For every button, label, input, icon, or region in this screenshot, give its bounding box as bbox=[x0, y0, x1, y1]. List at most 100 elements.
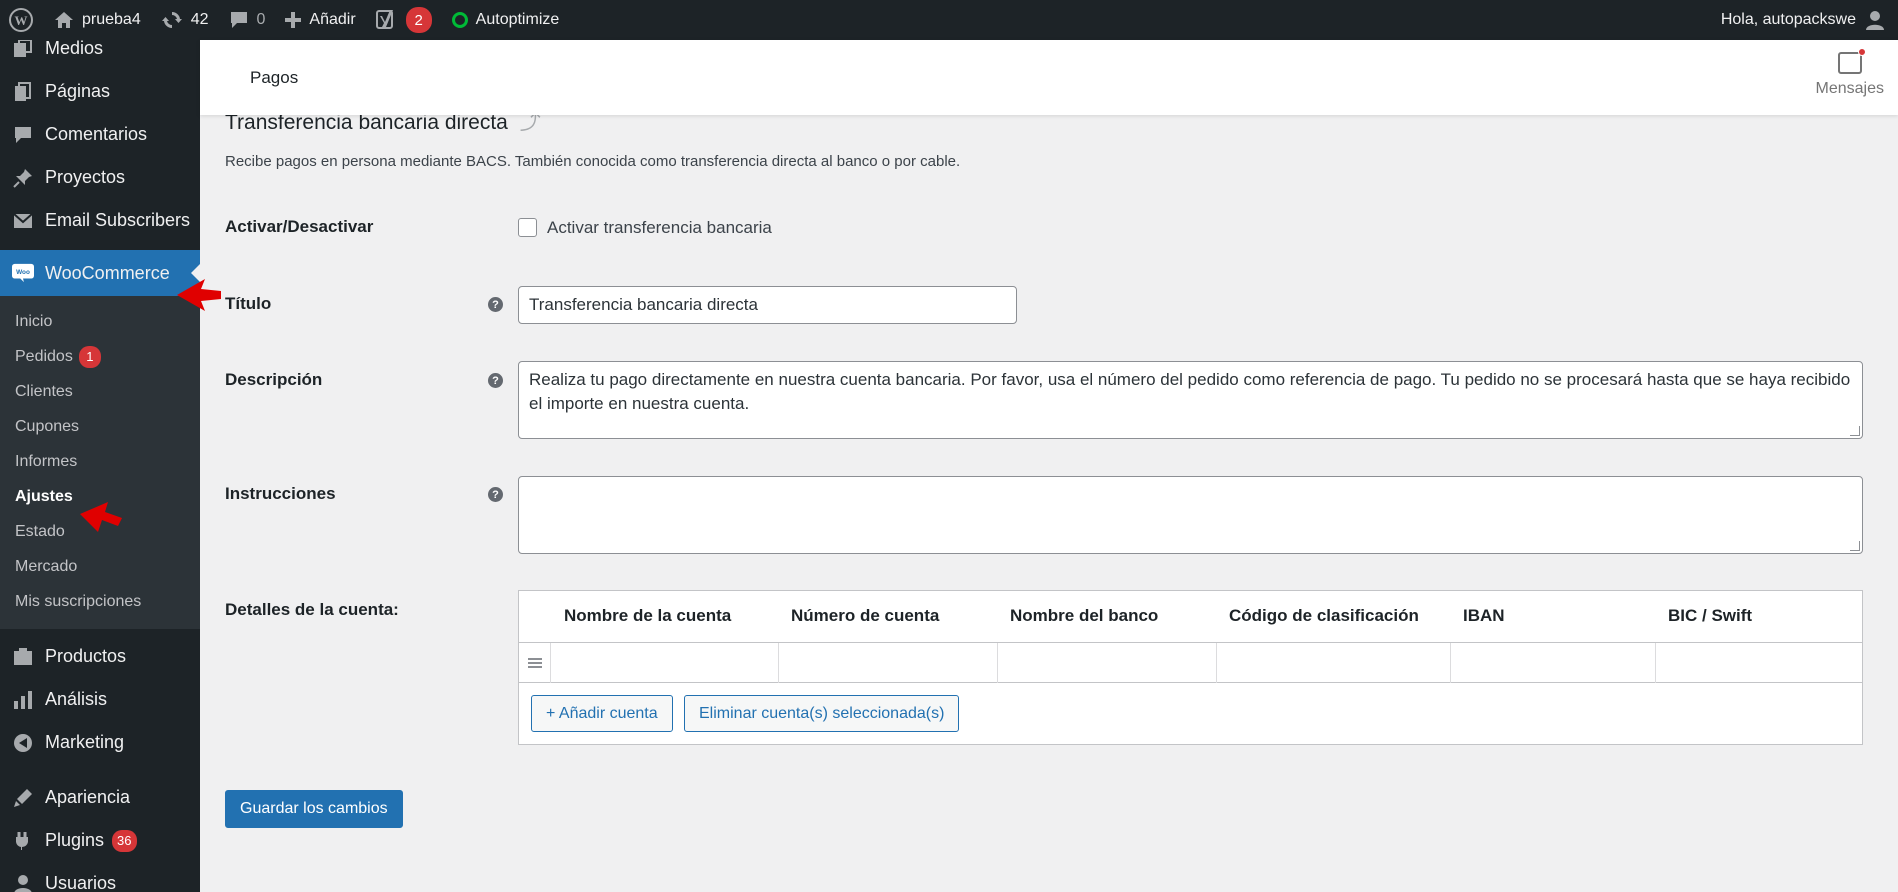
menu-item-usuarios[interactable]: Usuarios bbox=[0, 862, 200, 892]
column-header: Número de cuenta bbox=[791, 606, 940, 625]
page-title: Pagos bbox=[250, 68, 299, 87]
appearance-icon bbox=[12, 787, 34, 809]
submenu-label: Estado bbox=[15, 522, 65, 540]
menu-label: Medios bbox=[45, 40, 104, 58]
site-name: prueba4 bbox=[82, 11, 141, 28]
column-header: IBAN bbox=[1463, 606, 1505, 625]
iban-cell[interactable] bbox=[1451, 643, 1656, 683]
help-icon[interactable]: ? bbox=[488, 373, 503, 388]
menu-item-productos[interactable]: Productos bbox=[0, 635, 200, 678]
sort-code-cell[interactable] bbox=[1217, 643, 1451, 683]
comment-bubble-icon bbox=[229, 11, 249, 29]
submenu-label: Cupones bbox=[15, 417, 80, 435]
remove-accounts-button[interactable]: Eliminar cuenta(s) seleccionada(s) bbox=[684, 695, 960, 732]
unread-dot bbox=[1857, 48, 1866, 56]
users-icon bbox=[12, 873, 34, 892]
products-icon bbox=[12, 646, 34, 668]
menu-item-media[interactable]: Medios bbox=[0, 40, 200, 70]
email-icon bbox=[12, 210, 34, 232]
orders-count-badge: 1 bbox=[78, 345, 101, 368]
admin-bar: W prueba4 42 0 Añadir 2 Autoptimize Hola… bbox=[0, 0, 1898, 40]
menu-item-woocommerce[interactable]: Woo WooCommerce bbox=[0, 250, 200, 296]
submenu-item-mis-suscripciones[interactable]: Mis suscripciones bbox=[0, 584, 200, 619]
drag-handle-icon[interactable] bbox=[528, 658, 542, 670]
analytics-icon bbox=[12, 689, 34, 711]
submenu-item-pedidos[interactable]: Pedidos 1 bbox=[0, 339, 200, 374]
woocommerce-header: Pagos Mensajes bbox=[200, 40, 1898, 115]
resize-handle-icon[interactable] bbox=[1850, 426, 1860, 436]
media-icon bbox=[12, 40, 34, 60]
help-icon[interactable]: ? bbox=[488, 297, 503, 312]
accounts-table-header: Nombre de la cuenta Número de cuenta Nom… bbox=[519, 591, 1862, 643]
account-number-cell[interactable] bbox=[779, 643, 998, 683]
inbox-icon bbox=[1837, 48, 1866, 74]
accounts-label: Detalles de la cuenta: bbox=[225, 600, 399, 619]
updates-count: 42 bbox=[190, 11, 209, 28]
menu-label: Productos bbox=[45, 646, 127, 666]
menu-item-marketing[interactable]: Marketing bbox=[0, 721, 200, 764]
menu-item-email-subscribers[interactable]: Email Subscribers bbox=[0, 199, 200, 242]
column-header: Nombre del banco bbox=[1010, 606, 1159, 625]
section-description: Recibe pagos en persona mediante BACS. T… bbox=[225, 153, 961, 170]
menu-label: Usuarios bbox=[45, 873, 117, 892]
submenu-label: Mis suscripciones bbox=[15, 592, 142, 610]
user-greeting: Hola, autopackswe bbox=[1720, 11, 1856, 28]
menu-label: Plugins bbox=[45, 830, 105, 850]
annotation-arrow-icon bbox=[177, 279, 221, 311]
menu-label: Apariencia bbox=[45, 787, 131, 807]
description-textarea[interactable]: Realiza tu pago directamente en nuestra … bbox=[518, 361, 1863, 439]
woo-icon: Woo bbox=[12, 262, 34, 284]
save-button[interactable]: Guardar los cambios bbox=[225, 790, 403, 828]
admin-sidebar: Medios Páginas Comentarios Proyectos Ema… bbox=[0, 40, 200, 892]
submenu-label: Inicio bbox=[15, 312, 53, 330]
submenu-item-informes[interactable]: Informes bbox=[0, 444, 200, 479]
menu-item-projects[interactable]: Proyectos bbox=[0, 156, 200, 199]
menu-item-comments[interactable]: Comentarios bbox=[0, 113, 200, 156]
autoptimize-link[interactable]: Autoptimize bbox=[442, 0, 570, 40]
comments-link[interactable]: 0 bbox=[219, 0, 276, 40]
svg-text:W: W bbox=[15, 13, 28, 28]
user-account-link[interactable]: Hola, autopackswe bbox=[1711, 0, 1884, 40]
submenu-item-inicio[interactable]: Inicio bbox=[0, 304, 200, 339]
title-input[interactable]: Transferencia bancaria directa bbox=[518, 286, 1017, 324]
help-icon[interactable]: ? bbox=[488, 487, 503, 502]
submenu-item-clientes[interactable]: Clientes bbox=[0, 374, 200, 409]
submenu-label: Pedidos bbox=[15, 347, 73, 365]
drag-cell[interactable] bbox=[519, 643, 551, 683]
add-new-link[interactable]: Añadir bbox=[275, 0, 365, 40]
status-circle-icon bbox=[451, 12, 468, 28]
add-new-label: Añadir bbox=[309, 11, 356, 28]
column-header: Nombre de la cuenta bbox=[564, 606, 732, 625]
menu-label: Análisis bbox=[45, 689, 108, 709]
menu-label: Proyectos bbox=[45, 167, 126, 187]
resize-handle-icon[interactable] bbox=[1850, 541, 1860, 551]
updates-icon bbox=[161, 10, 183, 30]
menu-item-plugins[interactable]: Plugins 36 bbox=[0, 819, 200, 862]
menu-item-analisis[interactable]: Análisis bbox=[0, 678, 200, 721]
add-account-button[interactable]: + Añadir cuenta bbox=[531, 695, 673, 732]
menu-item-apariencia[interactable]: Apariencia bbox=[0, 776, 200, 819]
submenu-item-cupones[interactable]: Cupones bbox=[0, 409, 200, 444]
autoptimize-label: Autoptimize bbox=[475, 11, 560, 28]
wordpress-logo-icon[interactable]: W bbox=[0, 0, 44, 40]
woocommerce-submenu: Inicio Pedidos 1 Clientes Cupones Informe… bbox=[0, 296, 200, 629]
bic-cell[interactable] bbox=[1656, 643, 1862, 683]
site-name-link[interactable]: prueba4 bbox=[44, 0, 151, 40]
updates-link[interactable]: 42 bbox=[151, 0, 219, 40]
plugins-icon bbox=[12, 830, 34, 852]
menu-item-pages[interactable]: Páginas bbox=[0, 70, 200, 113]
account-name-cell[interactable] bbox=[551, 643, 779, 683]
enable-checkbox[interactable] bbox=[518, 218, 537, 237]
comments-icon bbox=[12, 124, 34, 146]
column-header: BIC / Swift bbox=[1668, 606, 1753, 625]
enable-checkbox-label[interactable]: Activar transferencia bancaria bbox=[547, 218, 772, 238]
submenu-item-mercado[interactable]: Mercado bbox=[0, 549, 200, 584]
instructions-label: Instrucciones bbox=[225, 484, 336, 503]
enable-label: Activar/Desactivar bbox=[225, 217, 374, 236]
instructions-textarea[interactable] bbox=[518, 476, 1863, 554]
menu-label: Marketing bbox=[45, 732, 125, 752]
column-header: Código de clasificación bbox=[1229, 606, 1419, 625]
yoast-link[interactable]: 2 bbox=[366, 0, 442, 40]
bank-name-cell[interactable] bbox=[998, 643, 1217, 683]
inbox-button[interactable]: Mensajes bbox=[1816, 48, 1884, 98]
